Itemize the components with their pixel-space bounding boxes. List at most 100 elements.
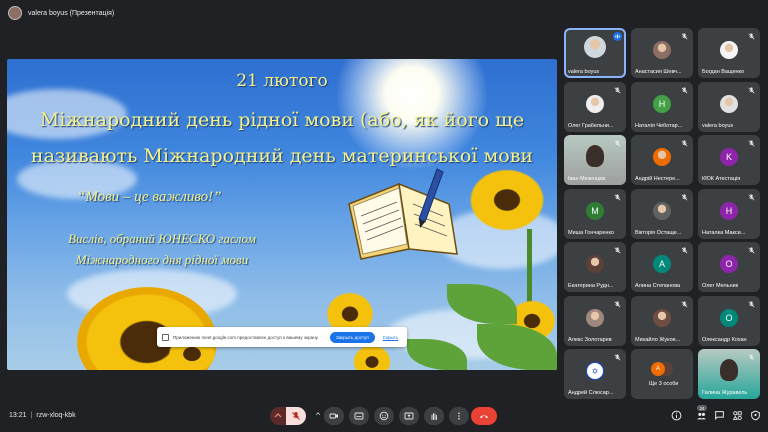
participant-name: Ще 3 особи bbox=[649, 381, 679, 387]
participant-name: Екатерина Рудн... bbox=[568, 283, 614, 289]
mic-off-icon bbox=[681, 247, 688, 254]
participant-tile[interactable]: valera boyus bbox=[564, 28, 626, 78]
people-icon[interactable] bbox=[696, 410, 707, 421]
participant-name: Богдан Ващенко bbox=[702, 69, 745, 75]
raise-hand-button[interactable] bbox=[424, 407, 444, 425]
person-silhouette bbox=[586, 145, 604, 167]
participant-avatar: K bbox=[720, 148, 738, 166]
stop-sharing-button[interactable]: Закрыть доступ bbox=[330, 331, 375, 343]
participant-name: Олег Грабельни... bbox=[568, 122, 614, 129]
participant-tile[interactable]: K КЮК Атестація bbox=[698, 135, 760, 185]
person-silhouette bbox=[720, 359, 738, 381]
participant-name: Олег Мельник bbox=[702, 283, 739, 289]
chevron-up-icon bbox=[274, 413, 282, 418]
participant-tile[interactable]: Богдан Ващенко bbox=[698, 28, 760, 78]
presentation-slide: 21 лютого Міжнародний день рідної мови (… bbox=[7, 59, 557, 370]
mic-off-icon bbox=[681, 86, 688, 93]
captions-icon bbox=[354, 412, 364, 420]
participant-tile[interactable]: Анастасия Шевч... bbox=[631, 28, 693, 78]
mic-off-icon bbox=[614, 140, 621, 147]
mic-off-icon bbox=[614, 193, 621, 200]
open-book-icon bbox=[348, 168, 458, 260]
participant-avatar bbox=[584, 36, 606, 58]
top-bar: valera boyus (Презентація) bbox=[0, 0, 768, 26]
participant-tile[interactable]: Екатерина Рудн... bbox=[564, 242, 626, 292]
participant-tile[interactable]: Алекс Золотарев bbox=[564, 295, 626, 346]
participant-tile[interactable]: Михайло Жукое... bbox=[631, 295, 693, 346]
chat-icon[interactable] bbox=[714, 410, 725, 421]
participant-tile[interactable]: A Алина Степанова bbox=[631, 242, 693, 292]
participant-tile[interactable]: Галина Журавель bbox=[698, 349, 760, 399]
participant-name: Михайло Жукое... bbox=[635, 336, 681, 343]
participant-avatar: H bbox=[720, 201, 738, 220]
participant-name: КЮК Атестація bbox=[702, 176, 741, 182]
present-screen-button[interactable] bbox=[399, 407, 419, 425]
mic-off-icon bbox=[292, 412, 300, 420]
participant-name: Алина Степанова bbox=[635, 283, 681, 289]
clock-time: 13:21 bbox=[9, 412, 27, 419]
speaking-indicator-icon bbox=[613, 32, 622, 41]
hang-up-icon bbox=[480, 415, 488, 419]
participant-tile[interactable]: O Олег Мельник bbox=[698, 242, 760, 292]
slide-title-line2: називають Міжнародний день материнської … bbox=[30, 145, 534, 167]
participant-avatar bbox=[653, 148, 671, 166]
mic-off-icon bbox=[681, 33, 688, 40]
captions-button[interactable] bbox=[349, 407, 369, 425]
participant-avatar: H bbox=[653, 94, 671, 113]
mic-off-icon bbox=[748, 300, 755, 307]
participant-name: Іван Мезенцев bbox=[568, 176, 606, 182]
emoji-reaction-button[interactable] bbox=[374, 407, 394, 425]
participant-avatar bbox=[653, 41, 671, 59]
participant-tile[interactable]: H Наталка Макси... bbox=[698, 188, 760, 239]
camera-toggle-button[interactable] bbox=[324, 407, 344, 425]
participant-tile[interactable]: valera boyus bbox=[698, 81, 760, 132]
host-controls-icon[interactable] bbox=[750, 410, 761, 421]
activities-icon[interactable] bbox=[732, 410, 743, 421]
participant-tile[interactable]: ✡ Андрей Слюсар... bbox=[564, 349, 626, 399]
slide-motto-line2: Міжнародного дня рідної мови bbox=[75, 252, 249, 267]
participant-avatar bbox=[720, 94, 738, 113]
leave-call-button[interactable] bbox=[471, 407, 497, 425]
mic-off-icon bbox=[681, 193, 688, 200]
mic-off-icon bbox=[681, 300, 688, 307]
participant-avatar: O bbox=[720, 255, 738, 273]
stacked-avatar: А bbox=[651, 362, 665, 376]
participant-avatar bbox=[653, 308, 671, 327]
emoji-icon bbox=[379, 411, 389, 421]
participant-name: Андрей Слюсар... bbox=[568, 390, 614, 396]
participant-tile[interactable]: А Ще 3 особи bbox=[631, 349, 693, 399]
mic-off-icon bbox=[748, 86, 755, 93]
presenter-chip[interactable]: valera boyus (Презентація) bbox=[8, 4, 114, 22]
slide-date: 21 лютого bbox=[236, 71, 328, 91]
participant-avatar: O bbox=[720, 308, 738, 327]
participant-name: Анастасия Шевч... bbox=[635, 69, 682, 75]
share-screen-icon bbox=[162, 333, 169, 341]
present-screen-icon bbox=[404, 412, 414, 420]
mic-toggle-button[interactable] bbox=[286, 407, 306, 425]
participant-avatar bbox=[720, 41, 738, 59]
participant-name: Андрій Нестере... bbox=[635, 176, 680, 182]
camera-options-chevron-icon[interactable] bbox=[315, 411, 321, 417]
participant-name: Наталія Чеботар... bbox=[635, 122, 683, 129]
participant-tile[interactable]: H Наталія Чеботар... bbox=[631, 81, 693, 132]
participant-tile[interactable]: Іван Мезенцев bbox=[564, 135, 626, 185]
mic-options-button[interactable] bbox=[270, 407, 286, 425]
slide-quote: “Мови – це важливо!” bbox=[77, 189, 222, 205]
participant-avatar bbox=[653, 201, 671, 220]
more-vert-icon bbox=[458, 412, 460, 420]
sunflower bbox=[467, 167, 547, 233]
participant-tile[interactable]: M Миша Гончаренко bbox=[564, 188, 626, 239]
participant-tile[interactable]: Вікторія Остаще... bbox=[631, 188, 693, 239]
mic-off-icon bbox=[748, 247, 755, 254]
participant-tile[interactable]: Андрій Нестере... bbox=[631, 135, 693, 185]
mic-off-icon bbox=[681, 140, 688, 147]
participant-tile[interactable]: O Олександр Кохан bbox=[698, 295, 760, 346]
camera-icon bbox=[329, 413, 338, 419]
participant-tile[interactable]: Олег Грабельни... bbox=[564, 81, 626, 132]
more-options-button[interactable] bbox=[449, 407, 469, 425]
sunflower bbox=[352, 344, 392, 370]
screen-share-toast: Приложению meet.google.com предоставлен … bbox=[157, 327, 407, 347]
hide-toast-link[interactable]: Скрыть bbox=[383, 335, 398, 340]
participant-name: Вікторія Остаще... bbox=[635, 229, 682, 236]
meeting-details-icon[interactable] bbox=[671, 410, 682, 421]
